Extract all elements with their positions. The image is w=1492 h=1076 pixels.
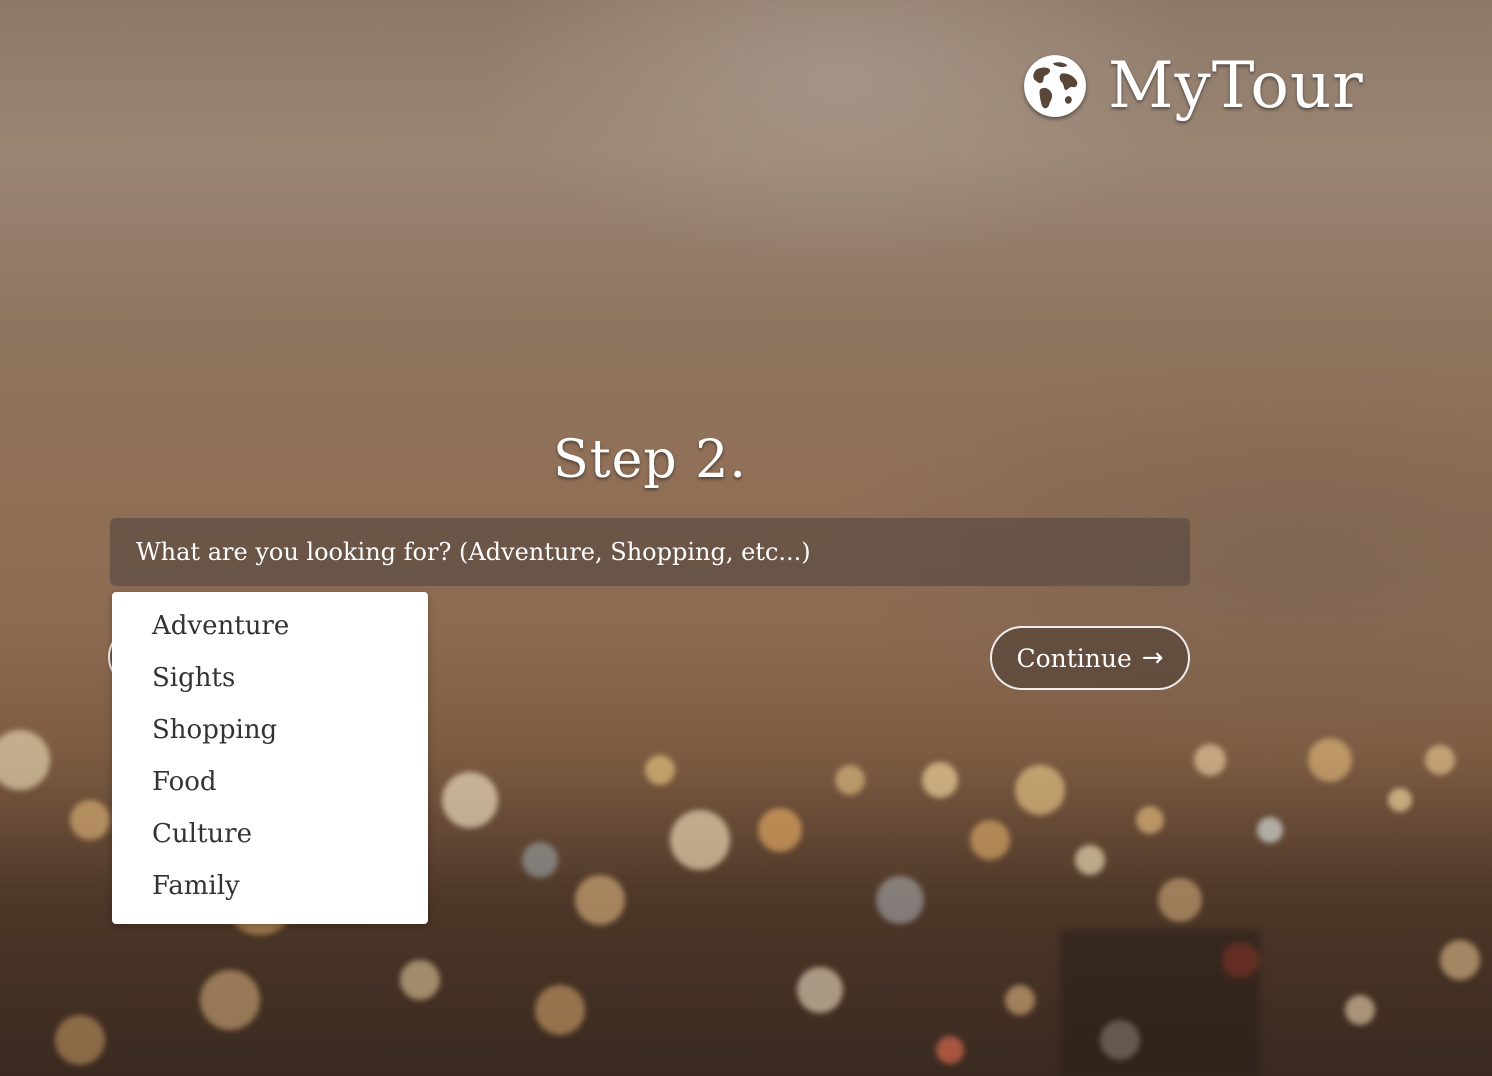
bokeh-light — [1158, 878, 1202, 922]
search-box[interactable] — [110, 518, 1190, 586]
bokeh-light — [758, 808, 802, 852]
dropdown-item-family[interactable]: Family — [112, 860, 428, 912]
bokeh-light — [1388, 788, 1412, 812]
step-title: Step 2. — [553, 430, 747, 490]
bokeh-light — [1136, 806, 1164, 834]
suggestions-dropdown: Adventure Sights Shopping Food Culture F… — [112, 592, 428, 924]
bokeh-light — [1345, 995, 1375, 1025]
bokeh-light — [645, 755, 675, 785]
bokeh-light — [1075, 845, 1105, 875]
bokeh-light — [200, 970, 260, 1030]
dropdown-item-culture[interactable]: Culture — [112, 808, 428, 860]
bokeh-light — [1194, 744, 1226, 776]
bokeh-light — [1308, 738, 1352, 782]
globe-icon — [1022, 53, 1088, 119]
dropdown-item-shopping[interactable]: Shopping — [112, 704, 428, 756]
bokeh-light — [970, 820, 1010, 860]
bokeh-light — [1257, 817, 1283, 843]
brand-name: MyTour — [1108, 49, 1364, 123]
dropdown-item-food[interactable]: Food — [112, 756, 428, 808]
bokeh-light — [1440, 940, 1480, 980]
bokeh-light — [670, 810, 730, 870]
bokeh-light — [835, 765, 865, 795]
bokeh-light — [0, 730, 50, 790]
bokeh-light — [522, 842, 558, 878]
bokeh-light — [575, 875, 625, 925]
bokeh-light — [1015, 765, 1065, 815]
bokeh-light — [535, 985, 585, 1035]
bokeh-light — [876, 876, 924, 924]
brand-logo[interactable]: MyTour — [1022, 48, 1364, 124]
bokeh-light — [442, 772, 498, 828]
bokeh-light — [70, 800, 110, 840]
bokeh-light — [1005, 985, 1035, 1015]
bokeh-light — [797, 967, 843, 1013]
arrow-right-icon: → — [1141, 643, 1164, 673]
dropdown-item-sights[interactable]: Sights — [112, 652, 428, 704]
search-input[interactable] — [134, 537, 1166, 567]
continue-button[interactable]: Continue → — [990, 626, 1190, 690]
continue-label: Continue — [1016, 643, 1132, 673]
bokeh-light — [400, 960, 440, 1000]
city-silhouette — [1060, 930, 1260, 1076]
bokeh-light — [922, 762, 958, 798]
bokeh-light — [55, 1015, 105, 1065]
bokeh-light — [1425, 745, 1455, 775]
dropdown-item-adventure[interactable]: Adventure — [112, 600, 428, 652]
bokeh-light — [936, 1036, 964, 1064]
